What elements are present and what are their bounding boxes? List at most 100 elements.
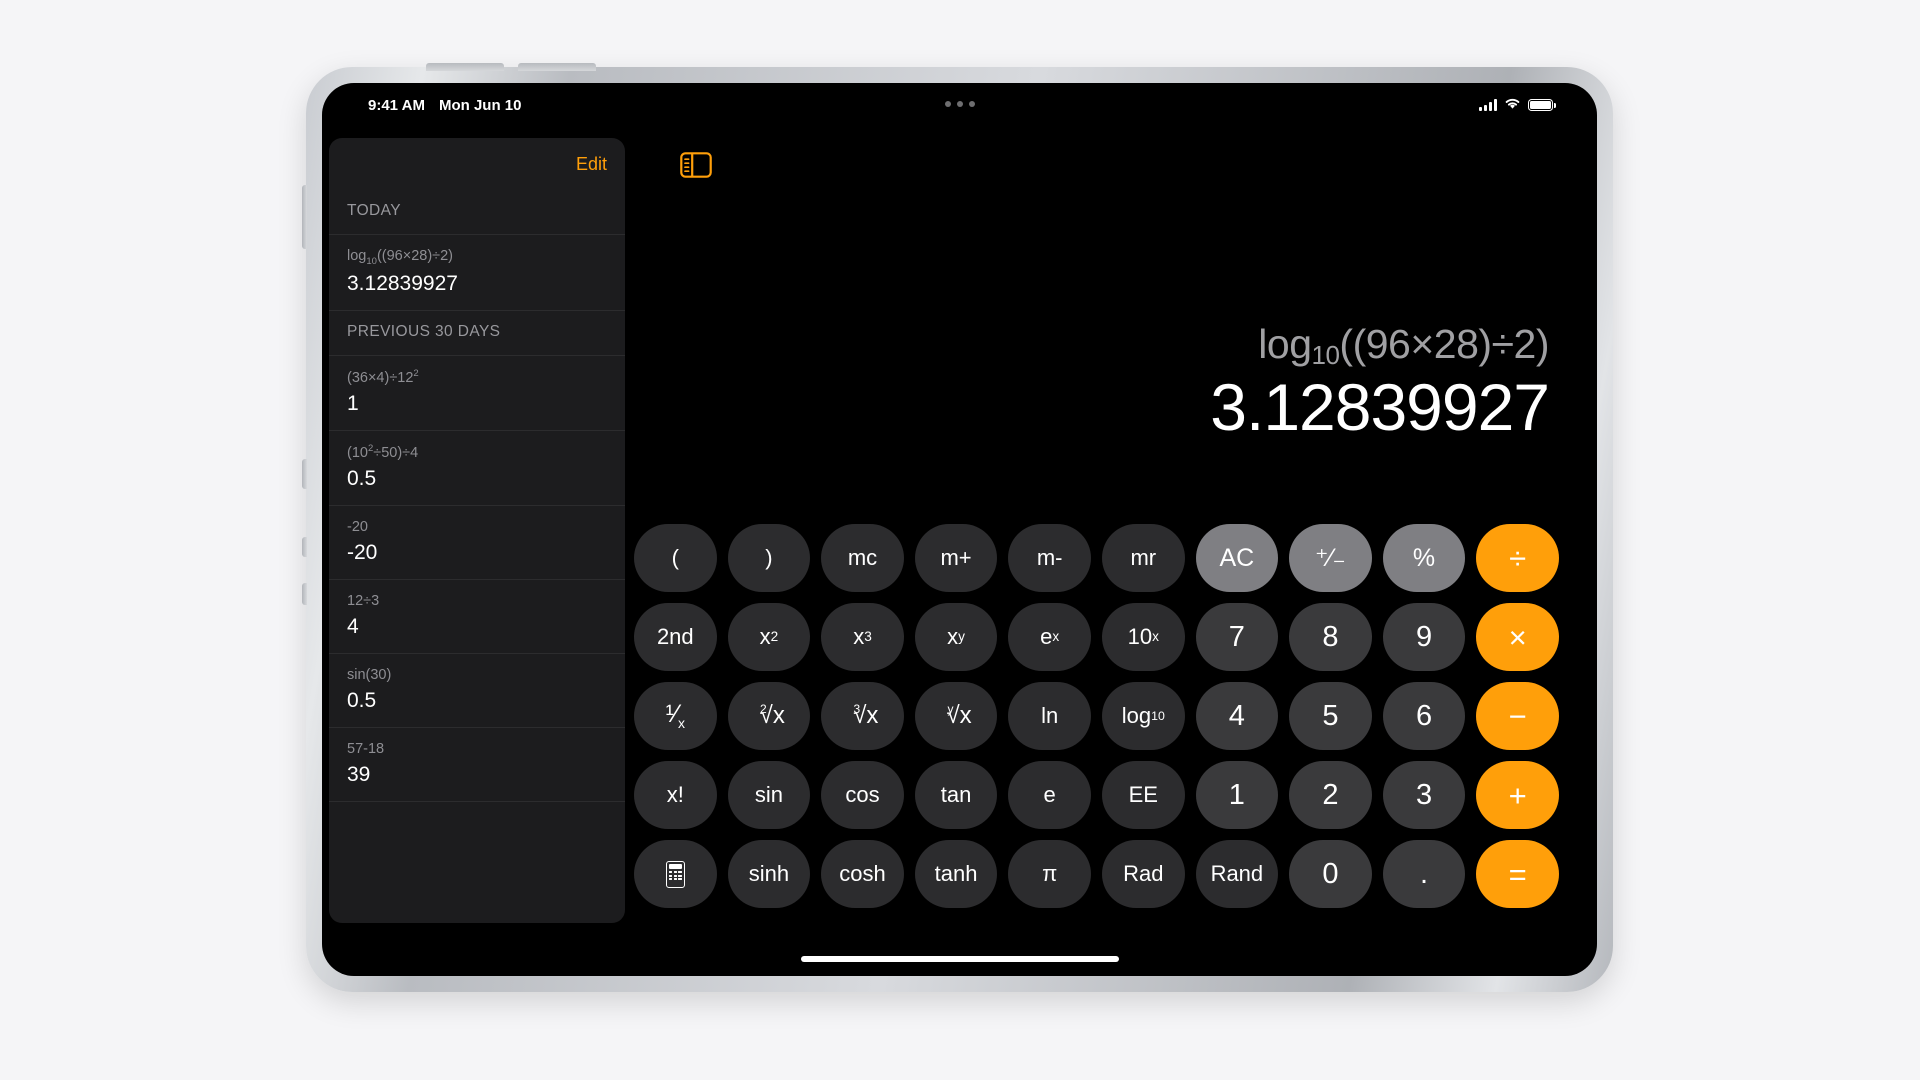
history-item[interactable]: -20 -20 [329,506,625,580]
history-item-expression: 12÷3 [347,592,380,609]
key-square-root[interactable]: 2 √x [727,682,811,750]
status-date: Mon Jun 10 [438,96,522,114]
history-sidebar: Edit TODAY log10((96×28)÷2) 3.12839927 PREV… [329,138,625,923]
status-bar-right [1479,97,1569,114]
battery-icon [1528,98,1556,112]
key-memory-subtract[interactable]: m- [1008,524,1091,592]
history-item-expression: 57-18 [347,741,385,758]
status-bar-left: 9:41 AM Mon Jun 10 [350,97,521,114]
key-natural-log[interactable]: ln [1008,682,1091,750]
key-sign-toggle[interactable]: ⁺⁄₋ [1289,524,1372,592]
key-random[interactable]: Rand [1195,840,1279,908]
key-memory-clear[interactable]: mc [821,524,904,592]
display-result: 3.12839927 [1210,369,1550,444]
history-section-header: TODAY [329,190,625,235]
ipad-screen: 9:41 AM Mon Jun 10 Edit TODAY log10((96×… [322,83,1597,976]
key-radians-mode[interactable]: Rad [1101,840,1185,908]
sidebar-toggle-icon[interactable] [680,152,712,178]
ipad-device-frame: 9:41 AM Mon Jun 10 Edit TODAY log10((96×… [302,63,1613,992]
key-digit-4[interactable]: 4 [1195,682,1279,750]
status-time: 9:41 AM [368,96,425,114]
key-digit-2[interactable]: 2 [1289,761,1372,829]
key-basic-calculator-icon[interactable] [634,840,717,908]
keypad-row: sinh cosh tanh π Rad Rand 0. = [634,840,1559,908]
key-euler-number[interactable]: e [1008,761,1091,829]
history-item[interactable]: log10((96×28)÷2) 3.12839927 [329,235,625,311]
wifi-icon [1504,97,1521,114]
edit-button[interactable]: Edit [576,154,607,175]
key-e-to-the-x[interactable]: ex [1008,603,1091,671]
history-item-expression: sin(30) [347,667,392,684]
key-digit-5[interactable]: 5 [1289,682,1372,750]
keypad-row: ¹⁄x 2 √x 3 √x y √x ln log 10 4 5 6− [634,682,1559,750]
history-item-expression: (102÷50)÷4 [347,442,419,461]
key-digit-3[interactable]: 3 [1382,761,1466,829]
history-item[interactable]: sin(30) 0.5 [329,654,625,729]
history-section-header: PREVIOUS 30 DAYS [329,311,625,356]
key-ten-to-the-x[interactable]: 10 x [1101,603,1185,671]
side-accessory-2 [302,537,307,557]
key-x-to-the-y[interactable]: xy [914,603,998,671]
history-item-value: 4 [347,614,359,638]
key-reciprocal[interactable]: ¹⁄x [634,682,717,750]
calculator-keypad: () mc m+ m-mr AC ⁺⁄₋% ÷ 2nd x 2 x 3 x y e x 10 x 7 8 9 × ¹⁄x 2 √… [634,524,1559,908]
key-cube-root[interactable]: 3 √x [821,682,904,750]
key-equals[interactable]: = [1476,840,1559,908]
key-memory-recall[interactable]: mr [1101,524,1185,592]
key-decimal-point[interactable]: . [1382,840,1466,908]
history-list[interactable]: TODAY log10((96×28)÷2) 3.12839927 PREVIOUS … [329,190,625,803]
volume-up-button[interactable] [426,63,504,71]
key-digit-8[interactable]: 8 [1289,603,1372,671]
key-digit-0[interactable]: 0 [1289,840,1372,908]
history-item-value: 0.5 [347,466,377,490]
power-button[interactable] [302,185,307,249]
history-item[interactable]: 57-18 39 [329,728,625,803]
key-second-function[interactable]: 2nd [634,603,717,671]
history-item[interactable]: 12÷3 4 [329,580,625,655]
key-close-paren[interactable]: ) [727,524,811,592]
key-divide[interactable]: ÷ [1476,524,1559,592]
key-memory-add[interactable]: m+ [914,524,998,592]
key-factorial[interactable]: x! [634,761,717,829]
key-tangent[interactable]: tan [914,761,998,829]
key-add[interactable]: + [1476,761,1559,829]
key-digit-6[interactable]: 6 [1382,682,1466,750]
screenshot-stage: 9:41 AM Mon Jun 10 Edit TODAY log10((96×… [0,0,1920,1080]
cellular-signal-icon [1479,99,1497,111]
history-item-expression: log10((96×28)÷2) [347,248,453,267]
home-indicator[interactable] [800,956,1119,962]
keypad-row: 2nd x 2 x 3 x y e x 10 x 7 8 9 × [634,603,1559,671]
key-y-root[interactable]: y √x [914,682,998,750]
key-multiply[interactable]: × [1476,603,1559,671]
key-x-squared[interactable]: x2 [727,603,811,671]
history-item[interactable]: (102÷50)÷4 0.5 [329,431,625,506]
keypad-row: x! sin cos tan e EE 1 2 3 + [634,761,1559,829]
key-all-clear[interactable]: AC [1195,524,1279,592]
history-item-value: -20 [347,540,378,564]
key-log-base-10[interactable]: log 10 [1101,682,1185,750]
key-percent[interactable]: % [1382,524,1466,592]
key-sine[interactable]: sin [727,761,811,829]
calculator-display: log10((96×28)÷2) 3.12839927 [829,321,1550,445]
key-digit-1[interactable]: 1 [1195,761,1279,829]
key-hyperbolic-tangent[interactable]: tanh [914,840,998,908]
volume-down-button[interactable] [518,63,596,71]
calculator-icon [665,860,685,888]
history-item-value: 1 [347,391,359,415]
key-subtract[interactable]: − [1476,682,1559,750]
key-open-paren[interactable]: ( [634,524,717,592]
multitasking-dots-icon[interactable] [944,101,975,107]
key-hyperbolic-cosine[interactable]: cosh [821,840,904,908]
history-item[interactable]: (36×4)÷122 1 [329,356,625,431]
history-item-expression: (36×4)÷122 [347,367,419,386]
key-hyperbolic-sine[interactable]: sinh [727,840,811,908]
key-pi[interactable]: π [1008,840,1091,908]
key-cosine[interactable]: cos [821,761,904,829]
side-accessory-3 [302,583,307,605]
history-item-value: 0.5 [347,689,377,713]
keypad-row: () mc m+ m-mr AC ⁺⁄₋% ÷ [634,524,1559,592]
key-exponent-entry[interactable]: EE [1101,761,1185,829]
key-digit-9[interactable]: 9 [1382,603,1466,671]
key-digit-7[interactable]: 7 [1195,603,1279,671]
key-x-cubed[interactable]: x3 [821,603,904,671]
